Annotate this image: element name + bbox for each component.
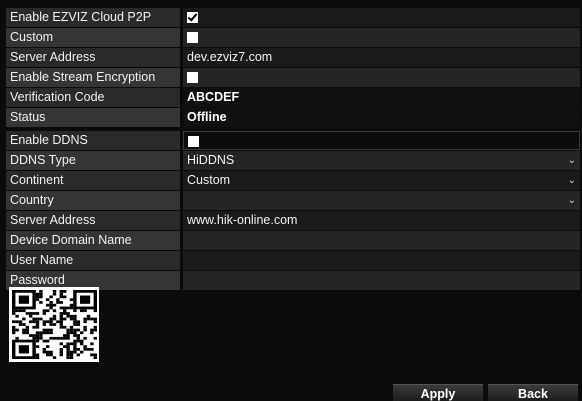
continent-row: Continent Custom ⌄ [6,171,580,190]
country-select[interactable]: ⌄ [183,191,580,210]
chevron-down-icon: ⌄ [567,195,576,206]
ddns-type-select[interactable]: HiDDNS ⌄ [183,151,580,170]
stream-encryption-label: Enable Stream Encryption [6,68,180,87]
ddns-section: Enable DDNS DDNS Type HiDDNS ⌄ Continent… [6,131,580,291]
user-name-row: User Name [6,251,580,270]
p2p-section: Enable EZVIZ Cloud P2P Custom Server Add… [6,8,580,128]
ddns-server-row: Server Address www.hik-online.com [6,211,580,230]
enable-ddns-checkbox[interactable] [188,136,199,147]
qr-code-image [12,290,97,359]
p2p-server-label: Server Address [6,48,180,67]
continent-value: Custom [187,173,231,187]
verification-code-row: Verification Code ABCDEF [6,88,580,107]
ddns-type-row: DDNS Type HiDDNS ⌄ [6,151,580,170]
network-settings-panel: Enable EZVIZ Cloud P2P Custom Server Add… [0,0,582,401]
stream-encryption-row: Enable Stream Encryption [6,68,580,87]
enable-ddns-row: Enable DDNS [6,131,580,150]
user-name-label: User Name [6,251,180,270]
chevron-down-icon: ⌄ [567,155,576,166]
enable-p2p-row: Enable EZVIZ Cloud P2P [6,8,580,27]
custom-checkbox[interactable] [187,32,198,43]
ddns-server-label: Server Address [6,211,180,230]
user-name-field[interactable] [183,251,580,270]
ddns-type-label: DDNS Type [6,151,180,170]
custom-row: Custom [6,28,580,47]
verification-code-field[interactable]: ABCDEF [183,88,580,107]
domain-name-field[interactable] [183,231,580,250]
chevron-down-icon: ⌄ [567,175,576,186]
password-field[interactable] [183,271,580,290]
status-label: Status [6,108,180,127]
qr-code [9,287,99,362]
country-row: Country ⌄ [6,191,580,210]
p2p-server-field[interactable]: dev.ezviz7.com [183,48,580,67]
country-label: Country [6,191,180,210]
status-value: Offline [183,108,580,127]
enable-p2p-checkbox[interactable] [187,12,198,23]
enable-p2p-label: Enable EZVIZ Cloud P2P [6,8,180,27]
stream-encryption-checkbox[interactable] [187,72,198,83]
continent-select[interactable]: Custom ⌄ [183,171,580,190]
continent-label: Continent [6,171,180,190]
ddns-type-value: HiDDNS [187,153,235,167]
p2p-server-row: Server Address dev.ezviz7.com [6,48,580,67]
apply-button[interactable]: Apply [393,384,483,401]
status-row: Status Offline [6,108,580,127]
ddns-server-field[interactable]: www.hik-online.com [183,211,580,230]
back-button[interactable]: Back [488,384,578,401]
custom-label: Custom [6,28,180,47]
domain-name-row: Device Domain Name [6,231,580,250]
domain-name-label: Device Domain Name [6,231,180,250]
verification-code-label: Verification Code [6,88,180,107]
enable-ddns-label: Enable DDNS [6,131,180,150]
